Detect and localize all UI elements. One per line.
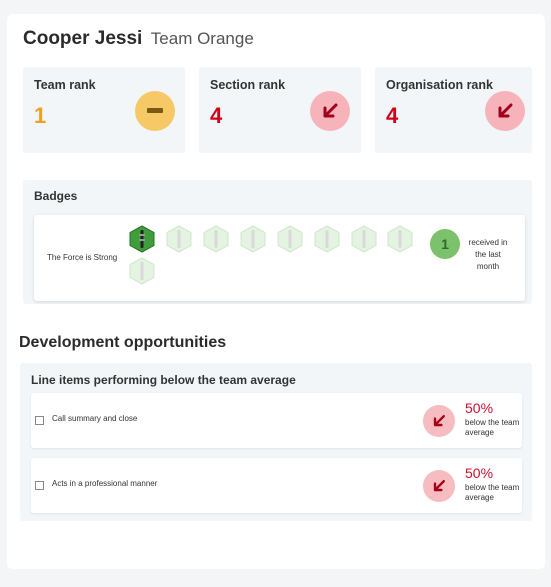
item-label: Acts in a professional manner [52,479,158,488]
item-description: below the team average [465,418,520,437]
rank-label: Organisation rank [386,78,493,92]
lightsaber-icon[interactable] [203,225,229,253]
rank-value: 4 [386,103,399,128]
line-items-title: Line items performing below the team ave… [31,373,296,387]
team-name: Team Orange [150,29,254,48]
rank-value: 4 [210,103,223,128]
received-label: received in the last month [468,238,508,271]
arrow-down-left-icon [323,103,338,118]
lightsaber-icon[interactable] [277,225,303,253]
item-percent: 50% [465,465,494,481]
dash-icon [147,108,163,113]
lightsaber-icon[interactable] [240,225,266,253]
lightsaber-icon[interactable] [129,257,155,285]
rank-trend-circle [485,91,525,131]
item-checkbox[interactable] [35,481,44,490]
badge-name: The Force is Strong [47,253,118,262]
item-label: Call summary and close [52,414,138,423]
lightsaber-icon[interactable] [387,225,413,253]
lightsaber-icon[interactable] [166,225,192,253]
user-name: Cooper Jessi [23,28,143,49]
rank-label: Section rank [210,78,286,92]
rank-label: Team rank [34,78,96,92]
list-item: Acts in a professional manner 50% below … [31,458,522,513]
arrow-down-left-icon [433,415,445,427]
lightsaber-icon[interactable] [129,225,155,253]
list-item: Call summary and close 50% below the tea… [31,393,522,448]
item-description: below the team average [465,483,520,502]
badges-content: The Force is Strong 1 received in the la… [34,215,525,301]
rank-value: 1 [34,103,47,128]
rank-trend-circle [310,91,350,131]
rank-trend-circle [135,91,175,131]
trend-circle [423,405,455,437]
badges-title: Badges [34,189,78,203]
organisation-rank-card: Organisation rank 4 [375,67,532,153]
line-items-panel: Line items performing below the team ave… [20,363,532,521]
lightsaber-icon[interactable] [351,225,377,253]
item-checkbox[interactable] [35,416,44,425]
received-count-badge: 1 [430,229,460,259]
page-header: Cooper Jessi Team Orange [23,28,254,50]
trend-circle [423,470,455,502]
lightsaber-icon[interactable] [314,225,340,253]
badges-panel: Badges The Force is Strong 1 received in… [23,180,532,304]
arrow-down-left-icon [498,103,513,118]
team-rank-card: Team rank 1 [23,67,185,153]
section-rank-card: Section rank 4 [199,67,361,153]
arrow-down-left-icon [433,480,445,492]
development-title: Development opportunities [19,334,227,351]
item-percent: 50% [465,400,494,416]
